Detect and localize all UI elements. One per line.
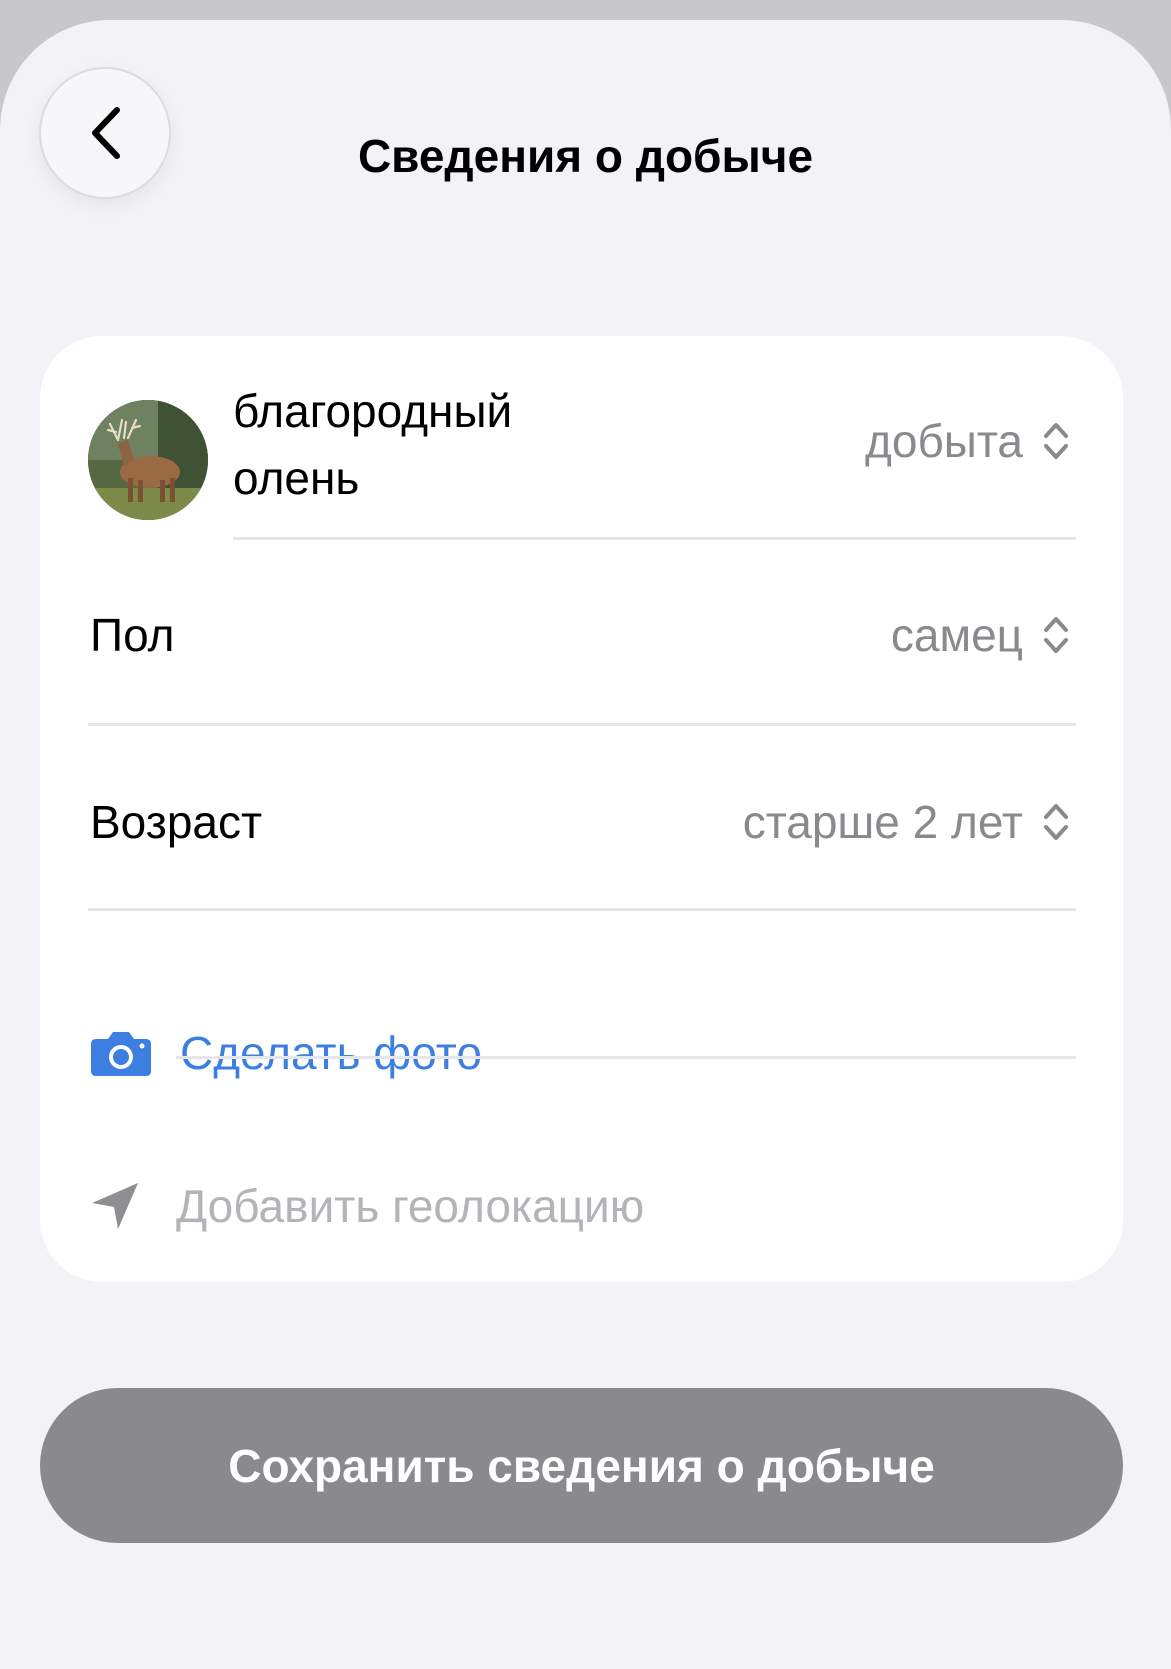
location-arrow-icon xyxy=(90,1181,140,1231)
bottom-sheet: Сведения о добыче благородный олень добы… xyxy=(0,20,1171,1669)
add-location-label: Добавить геолокацию xyxy=(176,1180,645,1232)
add-location-button[interactable]: Добавить геолокацию xyxy=(90,1179,644,1233)
prey-details-card: благородный олень добыта Пол самец Возра… xyxy=(40,336,1123,1282)
chevron-up-down-icon xyxy=(1041,420,1071,462)
camera-icon xyxy=(90,1029,152,1077)
status-value: добыта xyxy=(865,415,1023,467)
sex-label: Пол xyxy=(90,609,175,661)
sex-selector[interactable]: самец xyxy=(891,608,1071,662)
divider xyxy=(88,723,1076,726)
age-value: старше 2 лет xyxy=(742,796,1023,848)
divider xyxy=(176,1056,1076,1059)
age-selector[interactable]: старше 2 лет xyxy=(743,795,1071,849)
divider xyxy=(88,908,1076,911)
page-title: Сведения о добыче xyxy=(357,130,814,182)
divider xyxy=(233,537,1076,540)
status-selector[interactable]: добыта xyxy=(865,414,1071,468)
deer-avatar xyxy=(88,400,208,520)
chevron-up-down-icon xyxy=(1041,614,1071,656)
species-name: благородный олень xyxy=(233,385,513,504)
sex-value: самец xyxy=(890,609,1023,661)
age-label: Возраст xyxy=(90,796,263,848)
take-photo-button[interactable]: Сделать фото xyxy=(90,1026,482,1080)
chevron-up-down-icon xyxy=(1041,801,1071,843)
take-photo-label: Сделать фото xyxy=(180,1027,482,1079)
save-button[interactable]: Сохранить сведения о добыче xyxy=(40,1388,1123,1543)
